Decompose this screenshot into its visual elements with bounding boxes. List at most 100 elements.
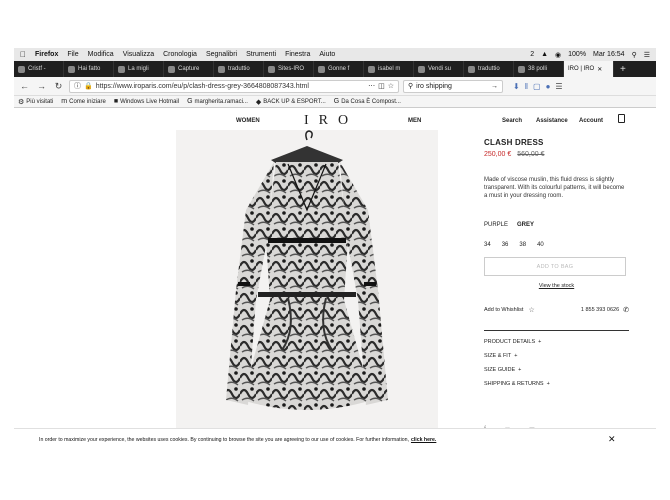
nav-account[interactable]: Account — [579, 118, 603, 124]
lock-icon: 🔒 — [84, 83, 93, 90]
cookie-link[interactable]: click here. — [411, 437, 436, 443]
download-icon[interactable]: ⬇ — [513, 82, 520, 91]
color-option-purple[interactable]: PURPLE — [484, 222, 508, 228]
size-option-36[interactable]: 36 — [502, 242, 509, 248]
star-icon[interactable]: ☆ — [528, 306, 534, 314]
apple-icon[interactable]:  — [20, 50, 26, 59]
menu-list-icon[interactable]: ☰ — [644, 51, 650, 59]
close-icon[interactable]: ✕ — [608, 434, 616, 445]
nav-search[interactable]: Search — [502, 118, 522, 124]
tab[interactable]: Vendi su — [414, 61, 464, 77]
tab[interactable]: 38 polli — [514, 61, 564, 77]
spotlight-icon[interactable]: ⚲ — [632, 51, 637, 59]
gear-icon: ⚙ — [18, 98, 25, 106]
search-bar[interactable]: ⚲ iro shipping → — [403, 79, 503, 93]
forward-arrow-icon[interactable]: → — [35, 80, 48, 93]
library-icon[interactable]: ‖ — [525, 82, 528, 91]
tab[interactable]: La migli — [114, 61, 164, 77]
tab[interactable]: traduttio — [464, 61, 514, 77]
close-icon[interactable]: ✕ — [597, 66, 602, 73]
nav-assistance[interactable]: Assistance — [536, 118, 568, 124]
bookmark-label: margherita.ramaci... — [194, 98, 248, 105]
new-tab-button[interactable]: + — [614, 61, 632, 77]
size-option-40[interactable]: 40 — [537, 242, 544, 248]
hamburger-menu-icon[interactable]: ☰ — [555, 82, 562, 91]
menu-strumenti[interactable]: Strumenti — [246, 51, 276, 58]
phone-icon[interactable]: ✆ — [623, 306, 629, 314]
accordion-label: SHIPPING & RETURNS — [484, 381, 544, 387]
pocket-icon[interactable]: ◫ — [378, 82, 385, 90]
tab[interactable]: Gonne f — [314, 61, 364, 77]
menu-visualizza[interactable]: Visualizza — [123, 51, 154, 58]
nav-women[interactable]: WOMEN — [236, 118, 260, 124]
divider — [484, 330, 629, 331]
firefox-icon: m — [61, 98, 68, 105]
tab[interactable]: Hai fatto — [64, 61, 114, 77]
bookmark-item[interactable]: ⚙ Più visitati — [18, 98, 53, 106]
toolbar-icons: ⬇ ‖ ▢ ● ☰ — [513, 82, 563, 91]
bookmark-label: Come iniziare — [69, 98, 106, 105]
more-icon[interactable]: ⋯ — [368, 82, 375, 90]
bookmark-item[interactable]: m Come iniziare — [61, 98, 106, 105]
size-option-34[interactable]: 34 — [484, 242, 491, 248]
add-to-wishlist-link[interactable]: Add to Whishlist — [484, 307, 523, 313]
clock[interactable]: Mar 16:54 — [593, 51, 625, 58]
url-bar[interactable]: ⓘ 🔒 https://www.iroparis.com/eu/p/clash-… — [69, 79, 399, 93]
bookmark-item[interactable]: Gmargherita.ramaci... — [187, 98, 248, 105]
sidebar-icon[interactable]: ▢ — [533, 82, 541, 91]
tab-active[interactable]: IRO | IRO ✕ — [564, 61, 614, 77]
color-selector: PURPLE GREY — [484, 222, 629, 228]
bookmark-item[interactable]: ◆ BACK UP & ESPORT... — [256, 98, 326, 106]
battery-percent[interactable]: 100% — [568, 51, 586, 58]
macos-menubar:  Firefox File Modifica Visualizza Crono… — [14, 48, 656, 61]
back-arrow-icon[interactable]: ← — [18, 80, 31, 93]
menu-file[interactable]: File — [67, 51, 78, 58]
tab[interactable]: traduttio — [214, 61, 264, 77]
menu-modifica[interactable]: Modifica — [88, 51, 114, 58]
bookmark-star-icon[interactable]: ☆ — [388, 82, 394, 90]
search-icon: ⚲ — [408, 83, 414, 90]
reload-icon[interactable]: ↻ — [52, 80, 65, 93]
phone-number[interactable]: 1 855 393 0626 — [581, 307, 619, 313]
favicon-icon — [418, 65, 425, 73]
bookmark-label: Più visitati — [26, 98, 54, 105]
url-text[interactable]: https://www.iroparis.com/eu/p/clash-dres… — [96, 83, 365, 90]
add-to-bag-button[interactable]: ADD TO BAG — [484, 257, 626, 276]
account-icon[interactable]: ● — [546, 82, 551, 91]
wifi-icon[interactable]: ◉ — [555, 51, 561, 59]
tab[interactable]: Cristf - — [14, 61, 64, 77]
google-icon: G — [333, 98, 340, 105]
view-stock-link[interactable]: View the stock — [484, 283, 629, 289]
menu-app-firefox[interactable]: Firefox — [35, 51, 58, 58]
menu-segnalibri[interactable]: Segnalibri — [206, 51, 237, 58]
accordion-label: PRODUCT DETAILS — [484, 339, 536, 345]
tab[interactable]: isabel m — [364, 61, 414, 77]
favicon-icon — [168, 65, 175, 73]
tab-label: Capture — [178, 66, 200, 72]
tab-label: 38 polli — [528, 66, 548, 72]
tab[interactable]: Capture — [164, 61, 214, 77]
tab-label: Cristf - — [28, 66, 46, 72]
accordion-size-guide[interactable]: SIZE GUIDE + — [484, 367, 629, 373]
accordion-size-fit[interactable]: SIZE & FIT + — [484, 353, 629, 359]
bluetooth-icon[interactable]: ▲ — [541, 51, 548, 58]
product-description: Made of viscose muslin, this fluid dress… — [484, 177, 625, 199]
shopping-bag-icon[interactable] — [618, 114, 625, 123]
status-number[interactable]: 2 — [530, 51, 534, 58]
bookmark-item[interactable]: G Da Cosa È Compost... — [334, 98, 401, 105]
size-option-38[interactable]: 38 — [519, 242, 526, 248]
iro-logo[interactable]: IRO — [304, 113, 358, 129]
search-go-icon[interactable]: → — [491, 83, 498, 90]
bookmark-item[interactable]: ■ Windows Live Hotmail — [114, 98, 179, 105]
nav-men[interactable]: MEN — [408, 118, 421, 124]
product-image[interactable] — [176, 130, 438, 430]
menu-cronologia[interactable]: Cronologia — [163, 51, 197, 58]
menu-aiuto[interactable]: Aiuto — [319, 51, 335, 58]
accordion-shipping-returns[interactable]: SHIPPING & RETURNS + — [484, 381, 629, 387]
color-option-grey[interactable]: GREY — [517, 222, 534, 228]
search-input[interactable]: iro shipping — [416, 83, 488, 90]
menu-finestra[interactable]: Finestra — [285, 51, 310, 58]
tab[interactable]: Sites-IRO — [264, 61, 314, 77]
accordion-product-details[interactable]: PRODUCT DETAILS + — [484, 339, 629, 345]
info-icon[interactable]: ⓘ — [74, 81, 81, 91]
